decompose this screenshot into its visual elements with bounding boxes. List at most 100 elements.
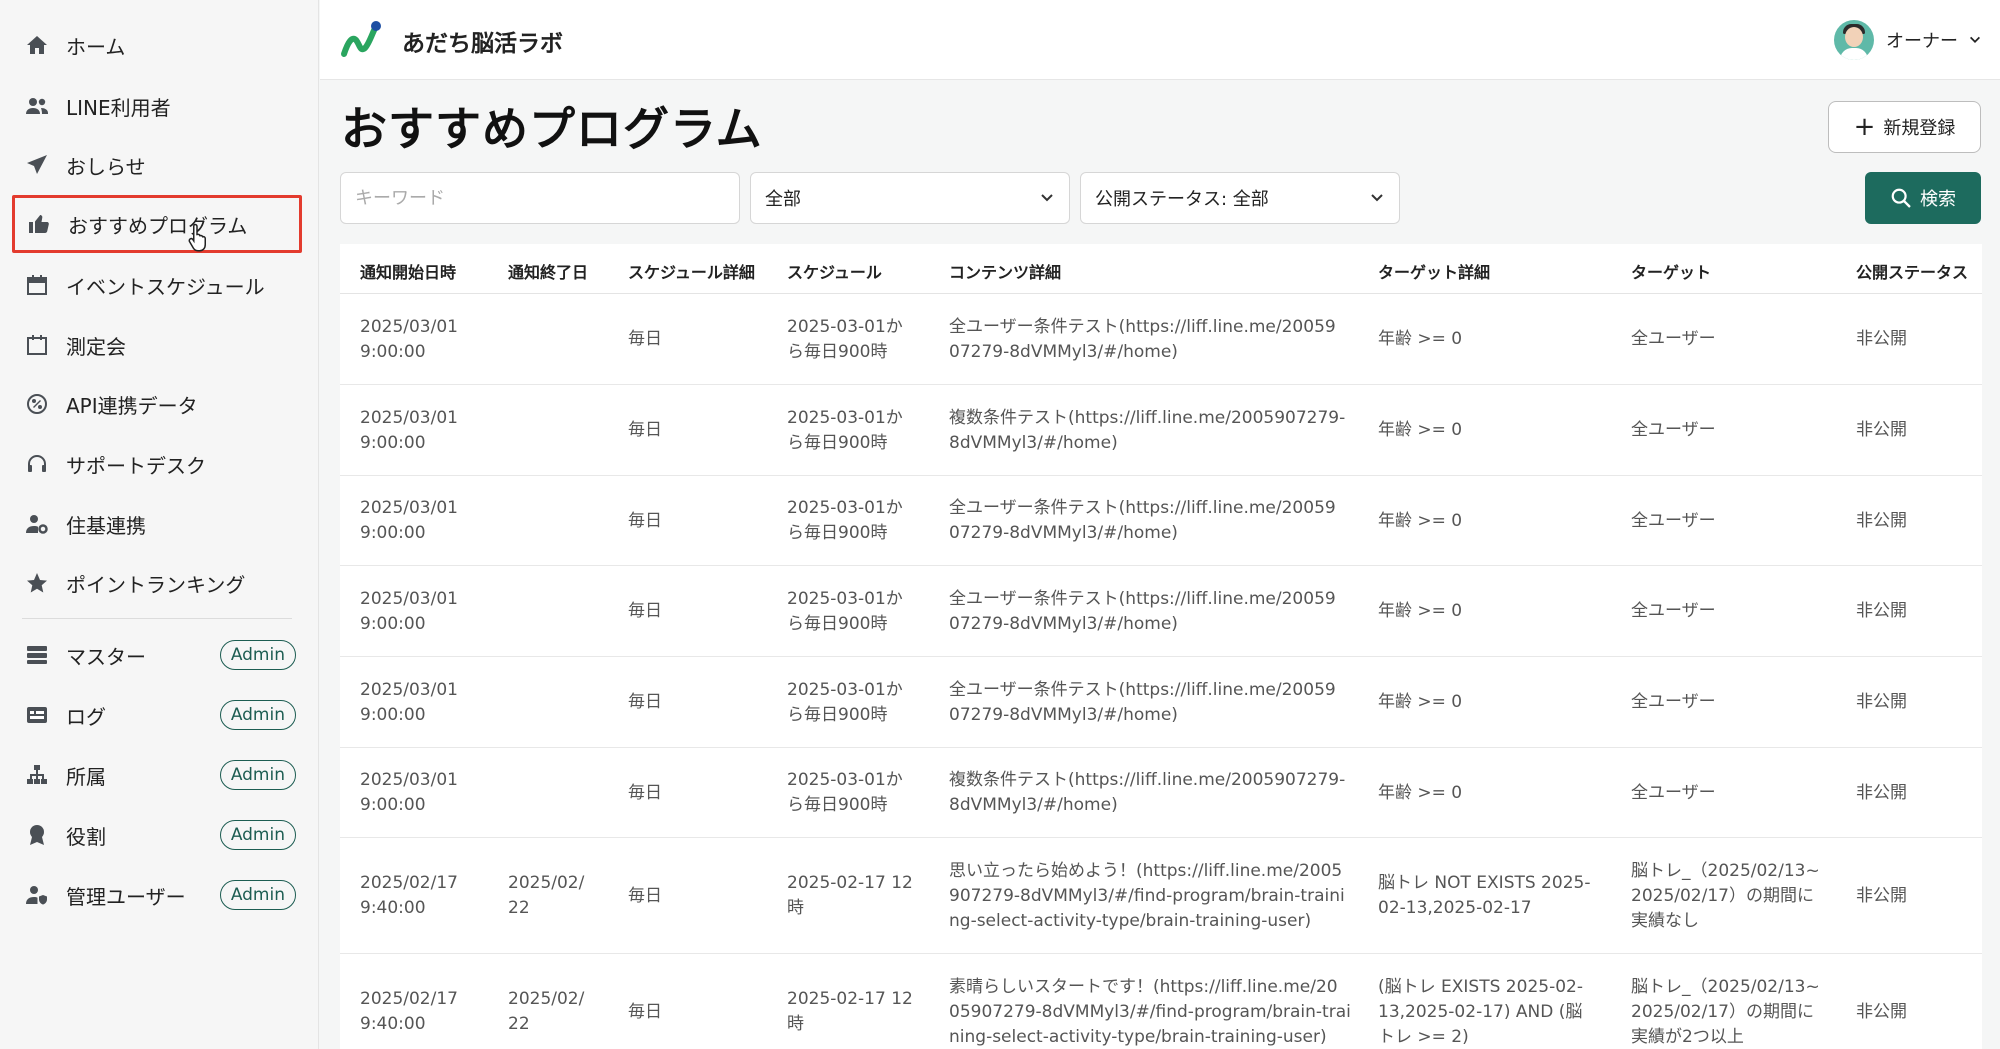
cell-line: 非公開 <box>1856 510 1907 531</box>
column-header[interactable]: ターゲット <box>1631 259 1711 283</box>
cell-line: 毎日 <box>628 1001 662 1022</box>
table-cell <box>508 748 623 838</box>
table-cell: 2025-03-01か ら毎日900時 <box>787 566 942 657</box>
cell-line: 毎日 <box>628 885 662 906</box>
cell-line: 2025/03/01 <box>360 679 458 700</box>
table-cell: 2025/02/17 9:40:00 <box>360 838 500 954</box>
cell-line: ら毎日900時 <box>787 704 888 725</box>
cell-line: 全ユーザー条件テスト(https://liff.line.me/20059 <box>949 316 1336 337</box>
cell-line: 複数条件テスト(https://liff.line.me/2005907279- <box>949 407 1346 428</box>
sidebar-item-role[interactable]: 役割 Admin <box>12 807 302 863</box>
sidebar-item-line-users[interactable]: LINE利用者 <box>12 78 302 134</box>
table-cell: (脳トレ EXISTS 2025-02- 13,2025-02-17) AND (… <box>1378 954 1623 1049</box>
cell-line: 全ユーザー <box>1631 601 1716 621</box>
user-menu[interactable]: オーナー <box>1834 20 1982 60</box>
cell-line: ning-select-activity-type/brain-training… <box>949 1026 1327 1047</box>
column-header[interactable]: スケジュール <box>787 259 882 283</box>
column-header[interactable]: スケジュール詳細 <box>628 259 755 283</box>
cell-line: 2025/02/ <box>508 873 585 893</box>
chevron-down-icon <box>1041 194 1053 202</box>
cell-line: ら毎日900時 <box>787 432 888 453</box>
cell-line: 複数条件テスト(https://liff.line.me/2005907279- <box>949 770 1346 790</box>
cell-line: 9:00:00 <box>360 795 426 815</box>
calendar-icon <box>24 272 50 298</box>
cell-line: 07279-8dVMMyl3/#/home) <box>949 523 1178 543</box>
table-cell: 全ユーザー <box>1631 566 1851 657</box>
table-row[interactable]: 2025/03/01 9:00:00 毎日 2025-03-01か ら毎日900時 全ユー… <box>340 294 1982 385</box>
table-cell: 非公開 <box>1856 748 1976 838</box>
table-cell <box>508 476 623 566</box>
cell-line: 2025-02-17 12 <box>787 873 913 893</box>
cell-line: 毎日 <box>628 601 662 621</box>
table-row[interactable]: 2025/03/01 9:00:00 毎日 2025-03-01か ら毎日900時 全ユー… <box>340 566 1982 657</box>
sidebar-item-label: ログ <box>66 704 106 729</box>
keyword-input[interactable] <box>340 172 740 224</box>
table-cell: 全ユーザー条件テスト(https://liff.line.me/20059 072… <box>949 566 1369 657</box>
table-cell: 複数条件テスト(https://liff.line.me/2005907279-… <box>949 385 1369 476</box>
sidebar-item-api-data[interactable]: API連携データ <box>12 376 302 432</box>
table-row[interactable]: 2025/02/17 9:40:00 2025/02/22 毎日 2025-02-17 … <box>340 838 1982 954</box>
sidebar-item-label: ホーム <box>66 34 126 59</box>
table-cell: 毎日 <box>628 748 778 838</box>
table-cell: 脳トレ_（2025/02/13~ 2025/02/17）の期間に 実績なし <box>1631 838 1851 954</box>
sidebar-item-affiliation[interactable]: 所属 Admin <box>12 747 302 803</box>
table-cell: 毎日 <box>628 385 778 476</box>
cell-line: 素晴らしいスタートです！(https://liff.line.me/20 <box>949 976 1338 997</box>
admin-badge: Admin <box>219 880 296 910</box>
table-row[interactable]: 2025/03/01 9:00:00 毎日 2025-03-01か ら毎日900時 複数条… <box>340 748 1982 838</box>
sidebar-item-admin-users[interactable]: 管理ユーザー Admin <box>12 867 302 923</box>
cell-line: 2025/02/ <box>508 989 585 1009</box>
category-select[interactable]: 全部 <box>750 172 1070 224</box>
chevron-down-icon <box>1970 36 1980 43</box>
sidebar-item-home[interactable]: ホーム <box>12 17 302 73</box>
sidebar-item-master[interactable]: マスター Admin <box>12 627 302 683</box>
headset-icon <box>24 451 50 477</box>
cell-line: 2025-03-01か <box>787 407 903 428</box>
table-cell: 2025-03-01か ら毎日900時 <box>787 476 942 566</box>
cell-line: 07279-8dVMMyl3/#/home) <box>949 341 1178 362</box>
column-header[interactable]: コンテンツ詳細 <box>949 259 1061 283</box>
cell-line: 8dVMMyl3/#/home) <box>949 432 1118 453</box>
sidebar: ホーム LINE利用者 おしらせ おすすめプログラム イベントスケジュール 測定… <box>0 0 319 1049</box>
sidebar-item-event-schedule[interactable]: イベントスケジュール <box>12 257 302 313</box>
sidebar-item-notices[interactable]: おしらせ <box>12 137 302 193</box>
table-cell: 2025-03-01か ら毎日900時 <box>787 294 942 385</box>
table-cell: 非公開 <box>1856 385 1976 476</box>
table-row[interactable]: 2025/03/01 9:00:00 毎日 2025-03-01か ら毎日900時 全ユー… <box>340 657 1982 748</box>
cell-line: 07279-8dVMMyl3/#/home) <box>949 613 1178 634</box>
sidebar-item-log[interactable]: ログ Admin <box>12 687 302 743</box>
table-row[interactable]: 2025/02/17 9:40:00 2025/02/22 毎日 2025-02-17 … <box>340 954 1982 1049</box>
cell-line: 07279-8dVMMyl3/#/home) <box>949 704 1178 725</box>
column-header[interactable]: ターゲット詳細 <box>1378 259 1490 283</box>
table-row[interactable]: 2025/03/01 9:00:00 毎日 2025-03-01か ら毎日900時 複数条… <box>340 385 1982 476</box>
sidebar-item-point-ranking[interactable]: ポイントランキング <box>12 555 302 611</box>
cell-line: 非公開 <box>1856 329 1907 349</box>
cell-line: 毎日 <box>628 692 662 712</box>
column-header[interactable]: 公開ステータス <box>1856 259 1968 283</box>
cell-line: 9:40:00 <box>360 898 426 918</box>
table-cell: 年齢 >= 0 <box>1378 385 1623 476</box>
cell-line: ら毎日900時 <box>787 523 888 543</box>
sidebar-item-recommended-programs[interactable]: おすすめプログラム <box>12 195 302 253</box>
table-cell: 全ユーザー <box>1631 657 1851 748</box>
sidebar-item-measurement[interactable]: 測定会 <box>12 317 302 373</box>
table-cell: 2025/03/01 9:00:00 <box>360 566 500 657</box>
table-row[interactable]: 2025/03/01 9:00:00 毎日 2025-03-01か ら毎日900時 全ユー… <box>340 476 1982 566</box>
table-cell <box>508 294 623 385</box>
sidebar-item-support-desk[interactable]: サポートデスク <box>12 436 302 492</box>
sidebar-item-resident-link[interactable]: 住基連携 <box>12 496 302 552</box>
cell-line: 毎日 <box>628 782 662 803</box>
column-header[interactable]: 通知終了日 <box>508 259 588 283</box>
cell-line: 実績が2つ以上 <box>1631 1026 1744 1047</box>
sidebar-item-label: おすすめプログラム <box>68 213 248 238</box>
cell-line: 毎日 <box>628 329 662 349</box>
status-select[interactable]: 公開ステータス: 全部 <box>1080 172 1400 224</box>
database-icon <box>24 642 50 668</box>
search-button[interactable]: 検索 <box>1865 172 1981 224</box>
column-header[interactable]: 通知開始日時 <box>360 259 456 283</box>
admin-badge: Admin <box>219 700 296 730</box>
cell-line: 2025/03/01 <box>360 407 458 428</box>
cell-line: 22 <box>508 1014 530 1034</box>
avatar <box>1834 20 1874 60</box>
new-register-button[interactable]: + 新規登録 <box>1828 101 1981 153</box>
